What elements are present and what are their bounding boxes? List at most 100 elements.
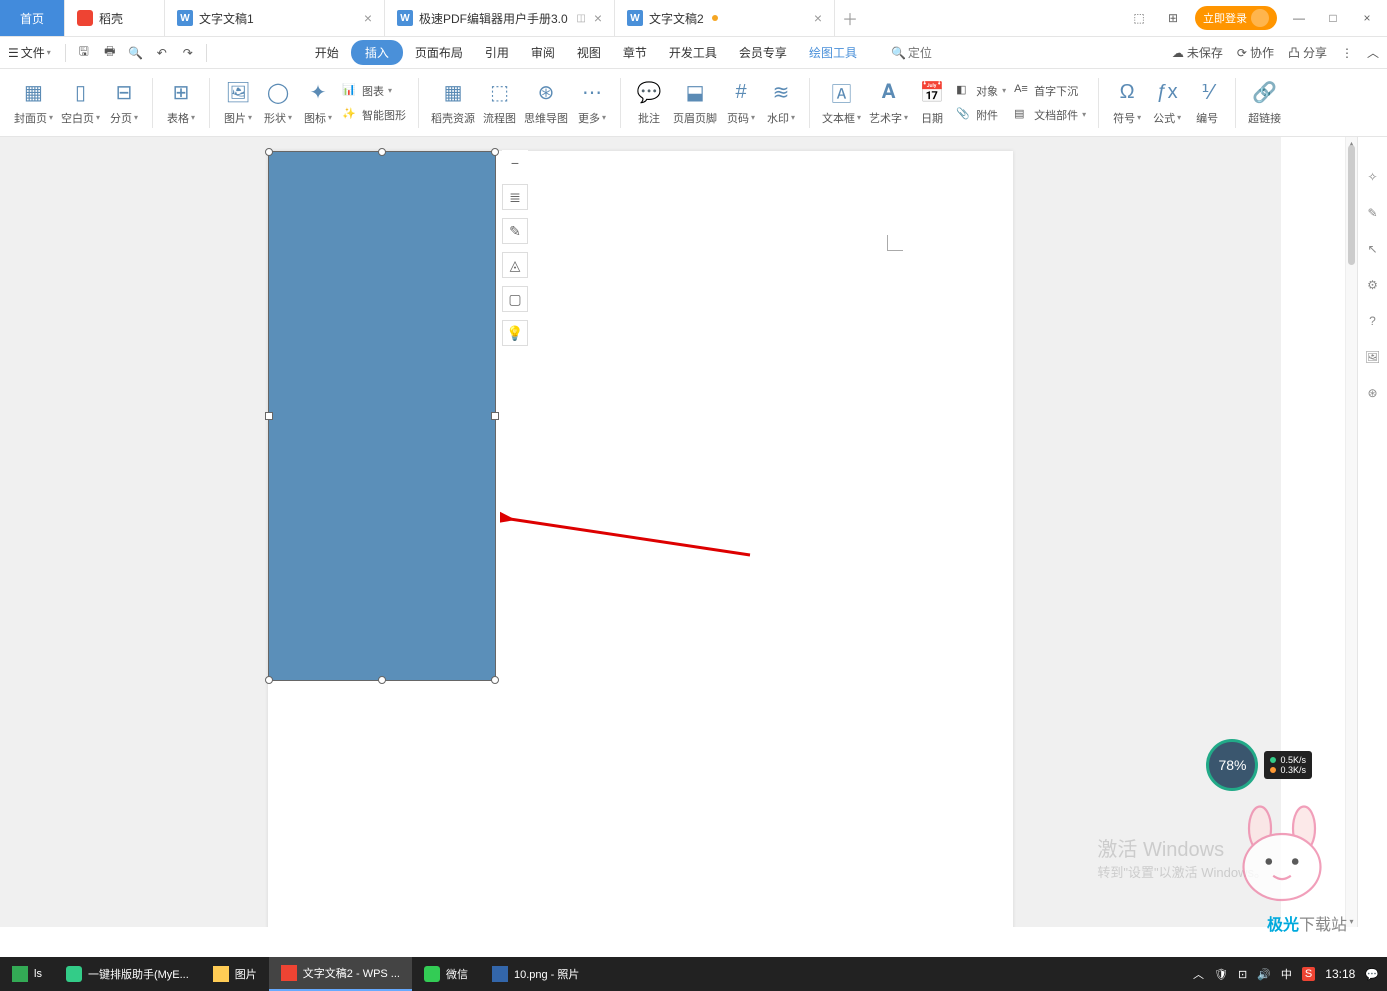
tab-home[interactable]: 首页 <box>0 0 65 36</box>
menu-member[interactable]: 会员专享 <box>729 40 797 65</box>
menu-chapter[interactable]: 章节 <box>613 40 657 65</box>
outline-button[interactable]: ▢ <box>502 286 528 312</box>
preview-icon[interactable]: 🔍 <box>124 41 148 65</box>
undo-icon[interactable]: ↶ <box>150 41 174 65</box>
comment-button[interactable]: 💬批注 <box>629 78 669 128</box>
menu-insert[interactable]: 插入 <box>351 40 403 65</box>
redo-icon[interactable]: ↷ <box>176 41 200 65</box>
new-tab-button[interactable]: ＋ <box>835 6 865 30</box>
object-button[interactable]: ◧对象▾ <box>952 81 1010 101</box>
close-icon[interactable]: × <box>594 10 602 26</box>
resize-handle[interactable] <box>491 148 499 156</box>
search-icon[interactable]: 🔍 <box>891 46 906 60</box>
tray-notification-icon[interactable]: 💬 <box>1365 968 1379 981</box>
tab-doke[interactable]: 稻壳 <box>65 0 165 36</box>
taskbar-item[interactable]: 图片 <box>201 957 269 991</box>
menu-review[interactable]: 审阅 <box>521 40 565 65</box>
print-icon[interactable]: 🖶 <box>98 41 122 65</box>
taskbar-item[interactable]: 一键排版助手(MyE... <box>54 957 201 991</box>
date-button[interactable]: 📅日期 <box>912 78 952 128</box>
wordart-button[interactable]: 𝐀艺术字▾ <box>865 78 912 128</box>
pin-icon[interactable]: ◫ <box>576 13 585 24</box>
wrap-text-button[interactable]: ≣ <box>502 184 528 210</box>
tab-doc2[interactable]: W 文字文稿2 × <box>615 0 835 36</box>
pagenum-button[interactable]: #页码▾ <box>721 78 761 128</box>
scroll-down-icon[interactable]: ▾ <box>1346 915 1357 927</box>
taskbar-item-active[interactable]: 文字文稿2 - WPS ... <box>269 957 412 991</box>
cover-button[interactable]: ▦封面页▾ <box>10 78 57 128</box>
picture-button[interactable]: 🖼图片▾ <box>218 78 258 128</box>
settings-icon[interactable]: ⚙ <box>1363 275 1383 295</box>
symbol-button[interactable]: Ω符号▾ <box>1107 78 1147 128</box>
tools-icon[interactable]: ✧ <box>1363 167 1383 187</box>
minimize-button[interactable]: — <box>1287 6 1311 30</box>
firstdown-button[interactable]: A≡首字下沉 <box>1010 81 1090 101</box>
taskbar-item[interactable]: 10.png - 照片 <box>480 957 591 991</box>
menu-layout[interactable]: 页面布局 <box>405 40 473 65</box>
edit-shape-button[interactable]: ✎ <box>502 218 528 244</box>
more-icon[interactable]: ⋮ <box>1341 46 1353 60</box>
tab-pdf[interactable]: W 极速PDF编辑器用户手册3.0 ◫ × <box>385 0 615 36</box>
shape-button[interactable]: ◯形状▾ <box>258 78 298 128</box>
menu-dev[interactable]: 开发工具 <box>659 40 727 65</box>
share-button[interactable]: 凸分享 <box>1288 44 1327 61</box>
resize-handle[interactable] <box>265 148 273 156</box>
collapse-button[interactable]: − <box>502 150 528 176</box>
tray-chevron-icon[interactable]: ︿ <box>1193 966 1204 982</box>
close-button[interactable]: × <box>1355 6 1379 30</box>
resize-handle[interactable] <box>378 676 386 684</box>
pencil-icon[interactable]: ✎ <box>1363 203 1383 223</box>
resource-button[interactable]: ▦稻壳资源 <box>427 78 479 128</box>
taskbar-item[interactable]: ls <box>0 957 54 991</box>
paging-button[interactable]: ⊟分页▾ <box>104 78 144 128</box>
selected-shape[interactable] <box>268 151 496 681</box>
number-button[interactable]: ⅟编号 <box>1187 78 1227 128</box>
attachment-button[interactable]: 📎附件 <box>952 105 1010 125</box>
login-button[interactable]: 立即登录 <box>1195 6 1277 30</box>
textbox-button[interactable]: 🄰文本框▾ <box>818 78 865 128</box>
taskbar-item[interactable]: 微信 <box>412 957 480 991</box>
watermark-button[interactable]: ≋水印▾ <box>761 78 801 128</box>
image-icon[interactable]: 🖼 <box>1363 347 1383 367</box>
tray-volume-icon[interactable]: 🔊 <box>1257 968 1271 981</box>
close-icon[interactable]: × <box>364 10 372 26</box>
menu-view[interactable]: 视图 <box>567 40 611 65</box>
scrollbar-thumb[interactable] <box>1348 145 1355 265</box>
menu-draw[interactable]: 绘图工具 <box>799 40 867 65</box>
file-menu[interactable]: ☰ 文件 ▾ <box>8 44 51 61</box>
fill-button[interactable]: ◬ <box>502 252 528 278</box>
coop-button[interactable]: ⟳协作 <box>1237 44 1274 61</box>
tray-shield-icon[interactable]: 🛡 <box>1214 968 1228 981</box>
collapse-ribbon-icon[interactable]: ︿ <box>1367 44 1379 61</box>
reading-mode-icon[interactable]: ⬚ <box>1127 6 1151 30</box>
chart-button[interactable]: 📊图表▾ <box>338 81 410 101</box>
maximize-button[interactable]: □ <box>1321 6 1345 30</box>
formula-button[interactable]: ƒx公式▾ <box>1147 78 1187 128</box>
hyperlink-button[interactable]: 🔗超链接 <box>1244 78 1285 128</box>
resize-handle[interactable] <box>265 676 273 684</box>
tab-doc1[interactable]: W 文字文稿1 × <box>165 0 385 36</box>
unsaved-status[interactable]: ☁未保存 <box>1172 44 1223 61</box>
menu-start[interactable]: 开始 <box>305 40 349 65</box>
table-button[interactable]: ⊞表格▾ <box>161 78 201 128</box>
flow-button[interactable]: ⬚流程图 <box>479 78 520 128</box>
icon-button[interactable]: ✦图标▾ <box>298 78 338 128</box>
premium-icon[interactable]: ⊛ <box>1363 383 1383 403</box>
menu-ref[interactable]: 引用 <box>475 40 519 65</box>
help-icon[interactable]: ? <box>1363 311 1383 331</box>
performance-overlay[interactable]: 78% 0.5K/s 0.3K/s <box>1206 739 1312 791</box>
apps-icon[interactable]: ⊞ <box>1161 6 1185 30</box>
more-button[interactable]: ⋯更多▾ <box>572 78 612 128</box>
select-icon[interactable]: ↖ <box>1363 239 1383 259</box>
close-icon[interactable]: × <box>814 10 822 26</box>
tray-network-icon[interactable]: ⊡ <box>1238 968 1247 981</box>
smart-button[interactable]: ✨智能图形 <box>338 105 410 125</box>
headerfooter-button[interactable]: ⬓页眉页脚 <box>669 78 721 128</box>
blank-button[interactable]: ▯空白页▾ <box>57 78 104 128</box>
tray-time[interactable]: 13:18 <box>1325 967 1355 981</box>
resize-handle[interactable] <box>265 412 273 420</box>
resize-handle[interactable] <box>491 676 499 684</box>
mind-button[interactable]: ⊛思维导图 <box>520 78 572 128</box>
resize-handle[interactable] <box>491 412 499 420</box>
tray-sogou-icon[interactable]: S <box>1302 967 1315 981</box>
